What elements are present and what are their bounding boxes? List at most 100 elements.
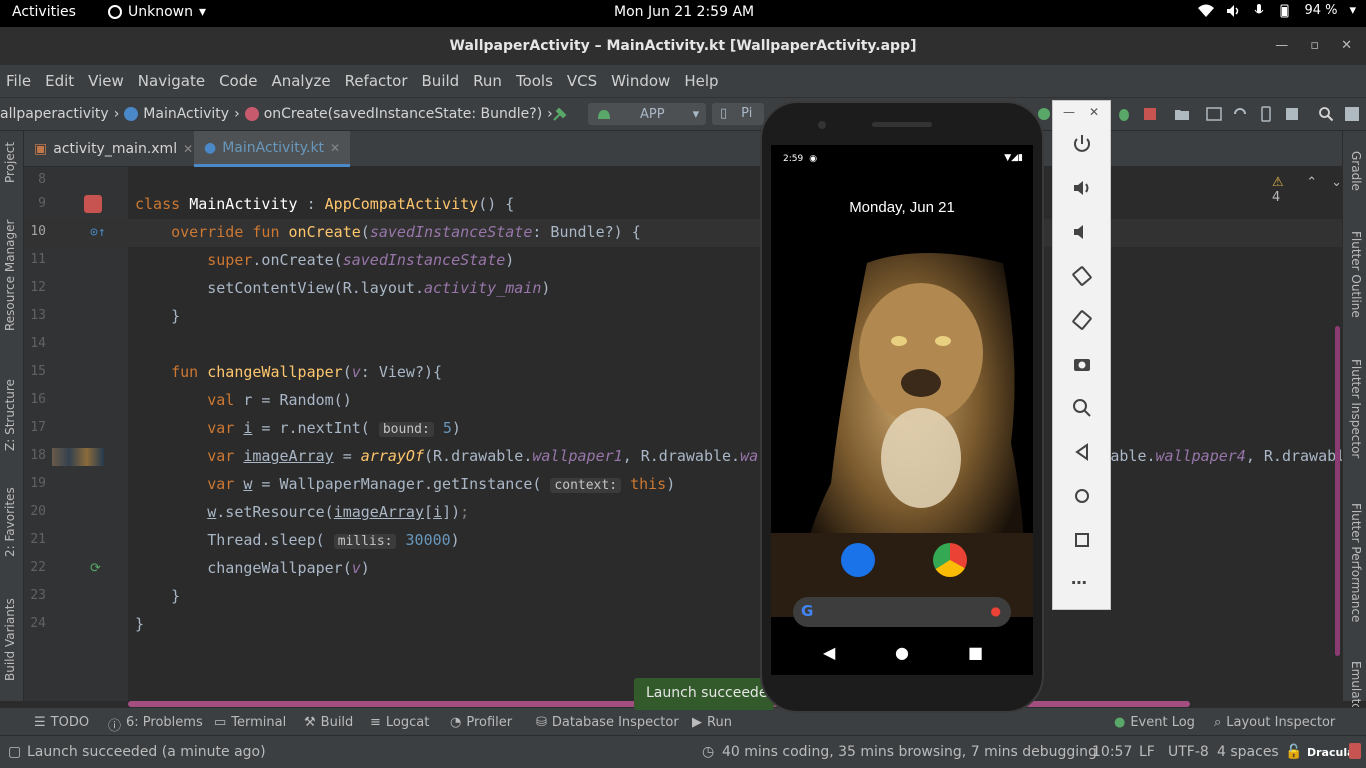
- menu-window[interactable]: Window: [611, 72, 670, 90]
- line-separator[interactable]: LF: [1139, 744, 1155, 760]
- minimize-icon[interactable]: —: [1275, 27, 1288, 65]
- drawable-thumbnails[interactable]: [52, 448, 104, 466]
- menu-vcs[interactable]: VCS: [567, 72, 597, 90]
- tab-activity-main-xml[interactable]: ▣ activity_main.xml ✕: [24, 131, 203, 167]
- close-icon[interactable]: ✕: [330, 141, 340, 155]
- overview-icon[interactable]: [1071, 529, 1093, 551]
- tool-todo[interactable]: ☰ TODO: [34, 715, 89, 730]
- indent-setting[interactable]: 4 spaces: [1217, 744, 1279, 760]
- tool-favorites[interactable]: 2: Favorites: [3, 487, 17, 557]
- home-icon[interactable]: [1071, 485, 1093, 507]
- app-menu[interactable]: Unknown ▾: [108, 4, 206, 20]
- clock[interactable]: Mon Jun 21 2:59 AM: [614, 4, 754, 20]
- power-icon[interactable]: [1071, 133, 1093, 155]
- screenshot-camera-icon[interactable]: [1071, 353, 1093, 375]
- more-options-icon[interactable]: ⋯: [1071, 573, 1087, 592]
- menu-refactor[interactable]: Refactor: [345, 72, 408, 90]
- rotate-right-icon[interactable]: [1071, 309, 1093, 331]
- time-tracker[interactable]: 40 mins coding, 35 mins browsing, 7 mins…: [722, 744, 1097, 760]
- tool-database-inspector[interactable]: ⛁ Database Inspector: [536, 715, 679, 730]
- tool-problems[interactable]: ⓘ 6: Problems: [108, 715, 203, 734]
- assistant-icon[interactable]: ●: [991, 604, 1001, 618]
- tool-build-variants[interactable]: Build Variants: [3, 598, 17, 681]
- minimize-icon[interactable]: —: [1063, 105, 1075, 119]
- close-icon[interactable]: ✕: [1341, 27, 1352, 65]
- tool-gradle[interactable]: Gradle: [1349, 151, 1363, 191]
- tool-run[interactable]: ▶ Run: [692, 715, 732, 730]
- tool-terminal[interactable]: ▭ Terminal: [214, 715, 286, 730]
- status-message[interactable]: Launch succeeded (a minute ago): [27, 744, 266, 760]
- tool-profiler[interactable]: ◔ Profiler: [450, 715, 512, 730]
- tab-mainactivity-kt[interactable]: ● MainActivity.kt ✕: [194, 131, 351, 167]
- caret-position[interactable]: 10:57: [1092, 744, 1132, 760]
- emulator-screen[interactable]: 2:59 ◉ ▼◢▮ Monday, Jun 21 G ● ◀ ● ■: [771, 145, 1033, 675]
- vertical-scrollbar[interactable]: [1335, 326, 1340, 656]
- stop-icon[interactable]: [1142, 106, 1158, 122]
- messages-app-icon[interactable]: [841, 543, 875, 577]
- zoom-icon[interactable]: [1071, 397, 1093, 419]
- system-tray[interactable]: 94 % ▾: [1198, 3, 1356, 18]
- device-select[interactable]: ▯ Pi: [712, 103, 764, 125]
- code-editor[interactable]: ⚠ 4 ⌃ ⌄ 8 9 class MainActivity : AppComp…: [24, 167, 1342, 701]
- tool-project[interactable]: Project: [3, 142, 17, 183]
- sync-icon[interactable]: [1232, 106, 1248, 122]
- hammer-icon[interactable]: [552, 106, 568, 122]
- profile-icon[interactable]: [1344, 106, 1360, 122]
- avd-manager-icon[interactable]: [1258, 106, 1274, 122]
- menu-view[interactable]: View: [88, 72, 124, 90]
- home-icon[interactable]: ●: [895, 643, 909, 662]
- activities-button[interactable]: Activities: [12, 4, 76, 20]
- close-icon[interactable]: ✕: [183, 142, 193, 156]
- back-icon[interactable]: ◀: [823, 643, 835, 662]
- menu-edit[interactable]: Edit: [45, 72, 74, 90]
- home-date[interactable]: Monday, Jun 21: [771, 199, 1033, 216]
- chrome-app-icon[interactable]: [933, 543, 967, 577]
- recents-icon[interactable]: ■: [968, 643, 983, 662]
- search-icon[interactable]: [1318, 106, 1334, 122]
- maximize-icon[interactable]: ▫: [1310, 27, 1319, 65]
- tool-flutter-performance[interactable]: Flutter Performance: [1349, 503, 1363, 622]
- menu-code[interactable]: Code: [219, 72, 257, 90]
- tool-resource-manager[interactable]: Resource Manager: [3, 220, 17, 331]
- memory-indicator-icon[interactable]: [1349, 743, 1361, 759]
- terminal-icon[interactable]: [1206, 106, 1222, 122]
- menu-navigate[interactable]: Navigate: [138, 72, 205, 90]
- tool-flutter-inspector[interactable]: Flutter Inspector: [1349, 359, 1363, 458]
- tool-event-log[interactable]: ● Event Log: [1114, 715, 1195, 730]
- run-configuration-select[interactable]: APP ▾: [588, 103, 706, 125]
- sdk-manager-icon[interactable]: [1284, 106, 1300, 122]
- rotate-left-icon[interactable]: [1071, 265, 1093, 287]
- breadcrumb-method[interactable]: onCreate(savedInstanceState: Bundle?): [264, 106, 542, 122]
- android-class-icon[interactable]: [84, 195, 102, 213]
- menu-build[interactable]: Build: [422, 72, 460, 90]
- menu-run[interactable]: Run: [473, 72, 502, 90]
- tool-layout-inspector[interactable]: ⌕ Layout Inspector: [1214, 715, 1335, 730]
- menu-analyze[interactable]: Analyze: [271, 72, 330, 90]
- launch-notification[interactable]: Launch succeeded: [634, 678, 774, 710]
- lock-icon[interactable]: 🔓: [1285, 744, 1302, 760]
- menu-help[interactable]: Help: [684, 72, 718, 90]
- theme-label[interactable]: Dracula: [1307, 746, 1355, 759]
- override-icon[interactable]: ⊙↑: [90, 225, 106, 240]
- back-icon[interactable]: [1071, 441, 1093, 463]
- chevron-right-icon: ›: [113, 106, 120, 122]
- microphone-icon: [1255, 3, 1264, 13]
- kotlin-file-icon: ●: [204, 139, 217, 156]
- menu-file[interactable]: File: [6, 72, 31, 90]
- file-encoding[interactable]: UTF-8: [1168, 744, 1209, 760]
- folder-icon[interactable]: [1174, 106, 1190, 122]
- google-search-bar[interactable]: G ●: [793, 597, 1011, 627]
- tool-build[interactable]: ⚒ Build: [304, 715, 353, 730]
- debug-icon[interactable]: [1116, 106, 1132, 122]
- breadcrumb-class[interactable]: MainActivity: [143, 106, 229, 122]
- volume-down-icon[interactable]: [1071, 221, 1093, 243]
- tool-structure[interactable]: Z: Structure: [3, 379, 17, 451]
- volume-up-icon[interactable]: [1071, 177, 1093, 199]
- menu-tools[interactable]: Tools: [516, 72, 553, 90]
- recursive-call-icon[interactable]: ⟳: [90, 561, 101, 576]
- tool-flutter-outline[interactable]: Flutter Outline: [1349, 231, 1363, 318]
- status-panel-icon[interactable]: ▢: [8, 744, 21, 760]
- close-icon[interactable]: ✕: [1089, 105, 1099, 119]
- tool-logcat[interactable]: ≡ Logcat: [370, 715, 429, 730]
- breadcrumb-package[interactable]: allpaperactivity: [0, 106, 109, 122]
